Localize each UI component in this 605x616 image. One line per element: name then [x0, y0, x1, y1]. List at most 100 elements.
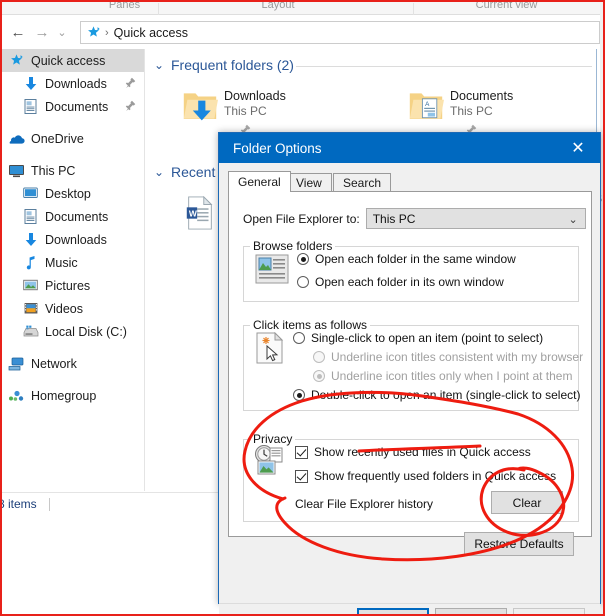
open-explorer-label: Open File Explorer to: [243, 211, 360, 226]
radio-indicator [297, 276, 309, 288]
tab-view[interactable]: View [286, 173, 332, 192]
ok-button[interactable]: OK [357, 608, 429, 615]
nav-item-downloads-qa[interactable]: Downloads [2, 72, 144, 95]
radio-indicator [293, 332, 305, 344]
checkbox-show-frequent-folders[interactable]: Show frequently used folders in Quick ac… [295, 469, 556, 483]
quick-access-star-icon [88, 26, 100, 37]
tile-downloads[interactable]: Downloads This PC [182, 89, 286, 136]
ribbon-group-labels: Panes Layout Current view [2, 2, 603, 15]
browse-folders-icon [255, 254, 289, 284]
downloads-folder-icon [183, 93, 218, 121]
nav-item-label: Network [31, 356, 77, 371]
radio-underline-browser: Underline icon titles consistent with my… [313, 350, 583, 364]
open-explorer-select[interactable]: This PC ⌄ [365, 208, 586, 229]
nav-item-pictures[interactable]: Pictures [2, 274, 144, 297]
chevron-down-icon: ⌄ [154, 165, 165, 179]
checkbox-label: Show recently used files in Quick access [314, 445, 531, 459]
word-document-icon: W [186, 196, 213, 230]
screenshot-root: Panes Layout Current view ← → ⌄ ↑ › Quic… [0, 0, 605, 616]
tab-general[interactable]: General [228, 171, 291, 192]
pin-icon[interactable] [125, 100, 136, 112]
tab-label: View [296, 176, 322, 190]
nav-item-videos[interactable]: Videos [2, 297, 144, 320]
radio-indicator [313, 351, 325, 363]
tab-panel-general: Open File Explorer to: This PC ⌄ Browse … [228, 191, 592, 556]
browse-folders-group: Browse folders [243, 239, 579, 302]
nav-item-documents-qa[interactable]: Documents [2, 95, 144, 118]
pin-icon[interactable] [125, 77, 136, 89]
close-x-icon[interactable]: ✕ [556, 133, 600, 163]
status-divider [48, 497, 50, 511]
navigation-pane[interactable]: Quick access Downloads Documents OneDriv… [2, 49, 145, 491]
nav-item-downloads[interactable]: Downloads [2, 228, 144, 251]
nav-item-music[interactable]: Music [2, 251, 144, 274]
nav-item-label: OneDrive [31, 131, 84, 146]
tile-location: This PC [224, 104, 267, 118]
radio-label: Single-click to open an item (point to s… [311, 331, 544, 345]
radio-indicator [297, 253, 309, 265]
radio-underline-point: Underline icon titles only when I point … [313, 369, 572, 383]
ribbon-group-current-view-label: Current view [475, 0, 538, 11]
hard-disk-icon [22, 324, 39, 340]
dialog-title: Folder Options [233, 140, 322, 156]
ribbon-group-layout[interactable]: Layout [164, 0, 392, 11]
nav-item-label: Music [45, 255, 78, 270]
nav-item-label: Pictures [45, 278, 91, 293]
checkbox-indicator [295, 469, 308, 483]
chevron-down-icon: ⌄ [568, 214, 578, 226]
privacy-history-icon [255, 445, 283, 475]
address-input[interactable]: › Quick access [80, 21, 600, 44]
svg-text:W: W [189, 208, 198, 218]
tile-documents[interactable]: A Documents This PC [408, 89, 513, 136]
tab-label: Search [343, 176, 382, 190]
cancel-button[interactable]: Cancel [435, 608, 507, 614]
documents-icon [22, 99, 39, 115]
group-header-frequent-folders[interactable]: ⌄ Frequent folders (2) [154, 57, 294, 73]
nav-item-documents[interactable]: Documents [2, 205, 144, 228]
downloads-arrow-icon [22, 232, 39, 248]
open-explorer-value: This PC [372, 211, 416, 226]
back-button[interactable]: ← [8, 23, 28, 43]
nav-spacer-3 [2, 343, 144, 352]
group-rule-1 [296, 66, 592, 67]
desktop-icon [22, 186, 39, 202]
nav-item-local-disk-c[interactable]: Local Disk (C:) [2, 320, 144, 343]
recent-locations-button[interactable]: ⌄ [52, 23, 72, 43]
dialog-tabs[interactable]: General View Search [228, 171, 592, 192]
this-pc-monitor-icon [8, 163, 25, 179]
chevron-down-icon: ⌄ [154, 58, 165, 72]
radio-same-window[interactable]: Open each folder in the same window [297, 252, 516, 266]
clear-history-label: Clear File Explorer history [295, 497, 434, 511]
dialog-footer: OK Cancel Apply [219, 603, 600, 615]
dialog-title-bar[interactable]: Folder Options ✕ [219, 133, 600, 163]
tile-location: This PC [450, 104, 493, 118]
radio-single-click[interactable]: Single-click to open an item (point to s… [293, 331, 543, 345]
nav-item-label: Videos [45, 301, 83, 316]
nav-item-desktop[interactable]: Desktop [2, 182, 144, 205]
radio-double-click[interactable]: Double-click to open an item (single-cli… [293, 388, 580, 402]
radio-own-window[interactable]: Open each folder in its own window [297, 275, 504, 289]
nav-item-label: Desktop [45, 186, 91, 201]
nav-item-homegroup[interactable]: Homegroup [2, 384, 144, 407]
forward-button[interactable]: → [32, 23, 52, 43]
clear-button[interactable]: Clear [491, 491, 563, 514]
status-item-count: 8 items [0, 497, 37, 511]
network-icon [8, 356, 25, 372]
nav-item-label: Documents [45, 209, 109, 224]
checkbox-show-recent-files[interactable]: Show recently used files in Quick access [295, 445, 531, 459]
nav-item-onedrive[interactable]: OneDrive [2, 127, 144, 150]
nav-item-quick-access[interactable]: Quick access [2, 49, 144, 72]
ribbon-group-current-view[interactable]: Current view [419, 0, 594, 11]
nav-item-network[interactable]: Network [2, 352, 144, 375]
checkbox-indicator [295, 445, 308, 459]
ok-button-label: OK [384, 613, 401, 615]
ribbon-group-layout-label: Layout [261, 0, 295, 11]
downloads-arrow-icon [22, 76, 39, 92]
nav-item-label: This PC [31, 163, 76, 178]
nav-item-label: Quick access [31, 53, 106, 68]
folder-options-dialog[interactable]: Folder Options ✕ General View Search Ope… [218, 132, 601, 614]
browse-folders-legend: Browse folders [253, 239, 333, 253]
tab-search[interactable]: Search [333, 173, 392, 192]
nav-item-this-pc[interactable]: This PC [2, 159, 144, 182]
restore-defaults-button[interactable]: Restore Defaults [464, 532, 574, 556]
